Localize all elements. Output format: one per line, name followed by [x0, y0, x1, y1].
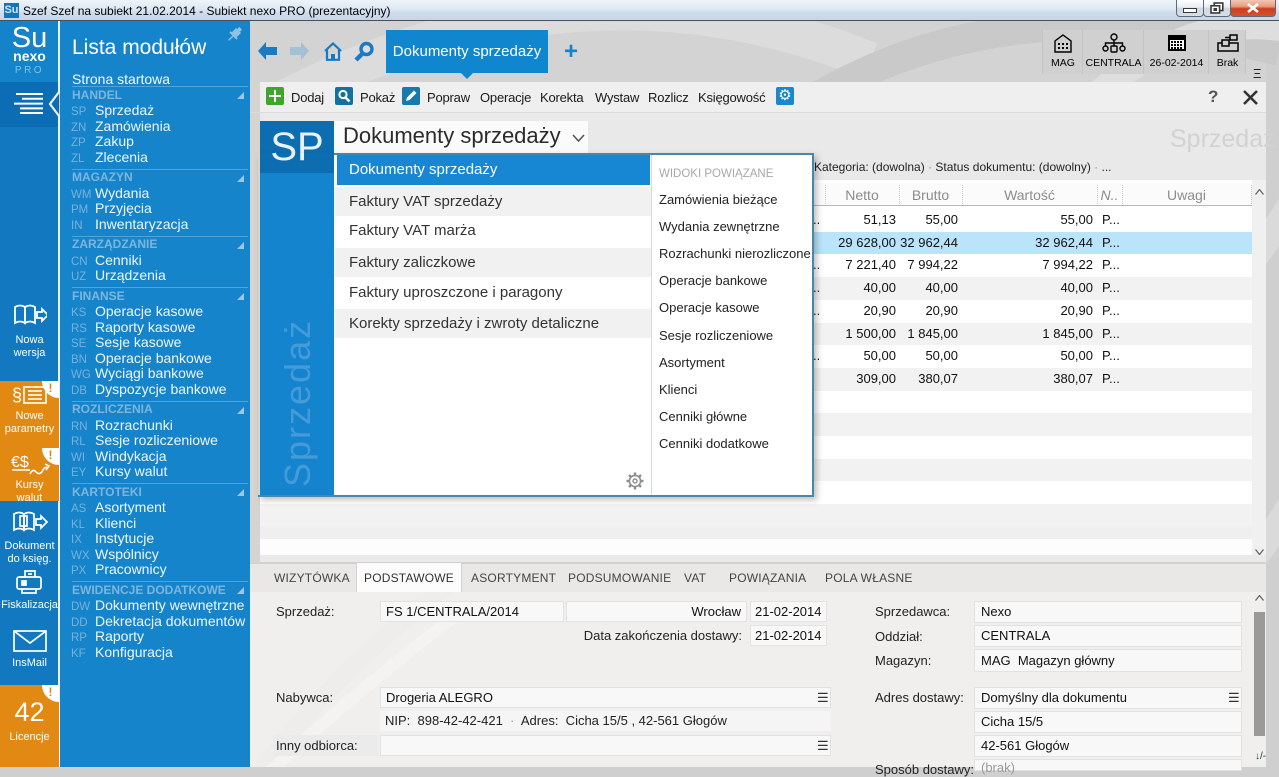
- svg-text:§: §: [12, 385, 22, 405]
- svg-text:€$: €$: [11, 454, 29, 471]
